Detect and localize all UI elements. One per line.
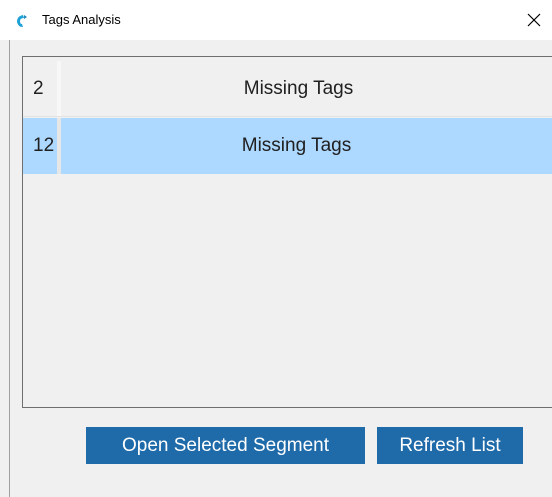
row-description: Missing Tags <box>243 78 354 99</box>
close-icon <box>527 13 541 32</box>
refresh-list-button[interactable]: Refresh List <box>377 427 523 464</box>
tags-analysis-window: Tags Analysis 2 Missing Tags 12 Missing … <box>0 0 552 497</box>
tags-list[interactable]: 2 Missing Tags 12 Missing Tags <box>22 56 552 408</box>
open-selected-segment-button[interactable]: Open Selected Segment <box>86 427 365 464</box>
window-title: Tags Analysis <box>42 12 121 27</box>
row-description: Missing Tags <box>241 135 352 156</box>
title-bar: Tags Analysis <box>0 0 552 40</box>
row-number: 12 <box>23 118 61 174</box>
window-border <box>9 40 10 497</box>
row-number: 2 <box>23 61 61 116</box>
close-button[interactable] <box>520 8 548 36</box>
list-item[interactable]: 2 Missing Tags <box>23 61 552 117</box>
list-item-selected[interactable]: 12 Missing Tags <box>23 118 552 174</box>
app-logo-icon <box>14 13 30 29</box>
